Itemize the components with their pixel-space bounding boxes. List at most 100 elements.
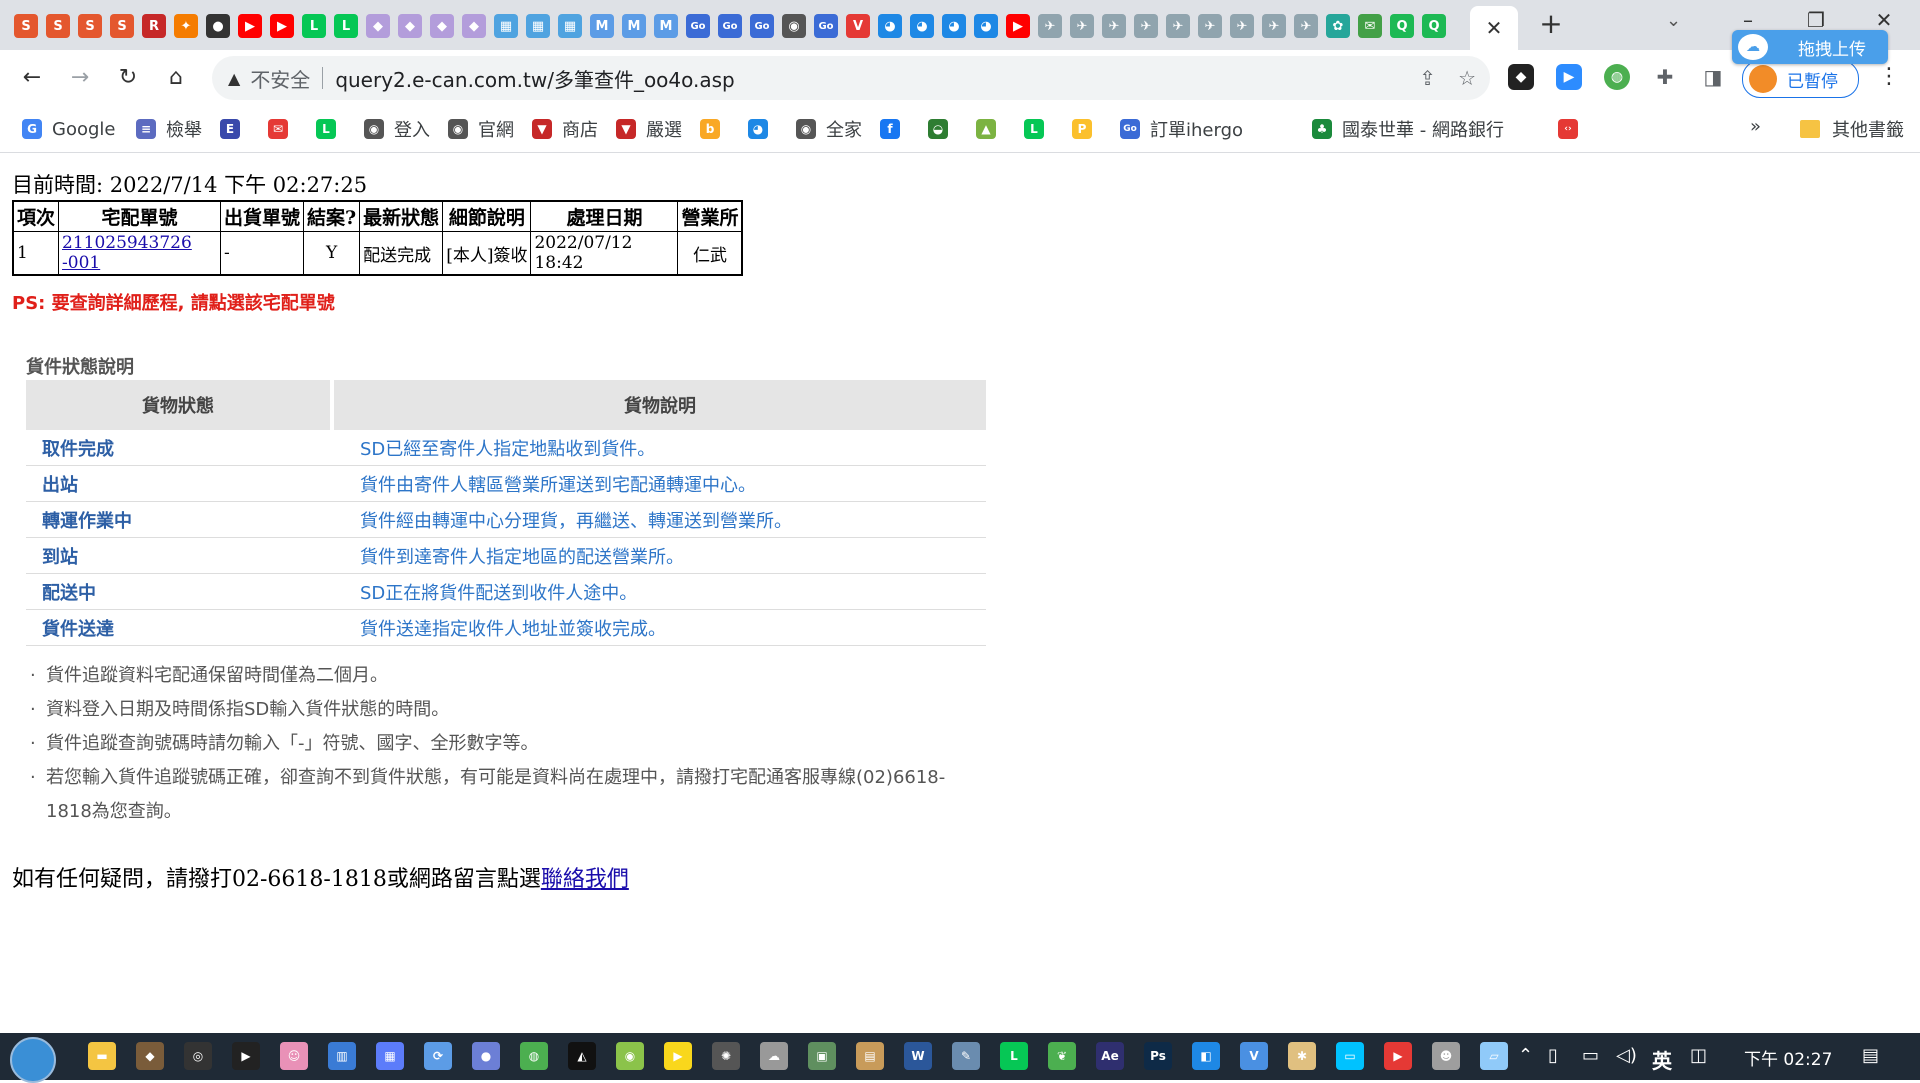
bird-icon[interactable]: ◕ (910, 14, 934, 38)
m-icon[interactable]: M (654, 14, 678, 38)
puzzle-icon[interactable]: ✚ (1652, 64, 1678, 90)
close-window-button[interactable]: ✕ (1864, 8, 1904, 32)
penguin-icon[interactable]: ◭ (568, 1042, 596, 1070)
bookmarks-overflow-button[interactable]: » (1750, 116, 1761, 137)
word-icon[interactable]: W (904, 1042, 932, 1070)
bookmark-line-shield[interactable]: L (1024, 116, 1054, 142)
extension-mask-icon[interactable]: ◆ (1508, 64, 1534, 90)
media-icon[interactable]: ▶ (232, 1042, 260, 1070)
bird-icon[interactable]: ◕ (878, 14, 902, 38)
youtube-icon[interactable]: ▶ (238, 14, 262, 38)
user-icon[interactable]: ☻ (1432, 1042, 1460, 1070)
address-bar[interactable]: ▲ 不安全 query2.e-can.com.tw/多筆查件_oo4o.asp … (212, 56, 1490, 100)
calendar-icon[interactable]: ▦ (526, 14, 550, 38)
other-bookmarks[interactable]: 其他書籤 (1800, 116, 1904, 142)
side-panel-icon[interactable]: ◨ (1700, 64, 1726, 90)
orange-icon[interactable]: ✦ (174, 14, 198, 38)
v-icon[interactable]: V (846, 14, 870, 38)
chrome-icon[interactable]: ◍ (520, 1042, 548, 1070)
v-shield-icon[interactable]: V (1240, 1042, 1268, 1070)
new-tab-button[interactable]: + (1535, 8, 1567, 40)
after-effects-icon[interactable]: Ae (1096, 1042, 1124, 1070)
bookmark-chart[interactable]: ▲ (976, 116, 1006, 142)
refresh-icon[interactable]: ⟳ (424, 1042, 452, 1070)
reload-button[interactable]: ↻ (112, 64, 144, 92)
zoom-icon[interactable]: ▶ (1556, 64, 1582, 90)
obs-icon[interactable]: ◎ (184, 1042, 212, 1070)
bookmark-code[interactable]: ‹› (1558, 116, 1588, 142)
bookmark-familymart[interactable]: ◉ 全家 (796, 116, 862, 142)
line-icon[interactable]: L (1000, 1042, 1028, 1070)
warning-icon[interactable]: ▲ (228, 69, 240, 88)
volume-icon[interactable]: ◁) (1616, 1045, 1637, 1066)
security-label[interactable]: 不安全 (250, 64, 310, 93)
bookmark-mail[interactable]: ✉ (268, 116, 298, 142)
globe-icon[interactable]: ◉ (782, 14, 806, 38)
bookmark-shop[interactable]: ▼ 商店 (532, 116, 598, 142)
s-icon[interactable]: S (14, 14, 38, 38)
file-explorer-icon[interactable]: ▬ (88, 1042, 116, 1070)
openai-icon[interactable]: ✺ (712, 1042, 740, 1070)
plane-icon[interactable]: ✈ (1134, 14, 1158, 38)
bookmark-checklist[interactable]: ≡ 檢舉 (136, 116, 202, 142)
minimize-button[interactable]: – (1728, 8, 1768, 32)
bookmark-login[interactable]: ◉ 登入 (364, 116, 430, 142)
share-icon[interactable]: ⇪ (1419, 66, 1436, 90)
line-icon[interactable]: L (302, 14, 326, 38)
bookmark-bird[interactable]: ◕ (748, 116, 778, 142)
bookmark-facebook[interactable]: f (880, 116, 910, 142)
bird-icon[interactable]: ◕ (974, 14, 998, 38)
bookmark-green[interactable]: ◒ (928, 116, 958, 142)
star-icon[interactable]: ☆ (1458, 66, 1476, 90)
yellow-play-icon[interactable]: ▶ (664, 1042, 692, 1070)
profile-button[interactable]: 已暫停 (1742, 60, 1859, 98)
line-icon[interactable]: L (334, 14, 358, 38)
active-tab[interactable]: ✕ (1470, 6, 1518, 50)
plane-icon[interactable]: ✈ (1198, 14, 1222, 38)
bookmark-e[interactable]: E (220, 116, 250, 142)
s-icon[interactable]: S (110, 14, 134, 38)
go-icon[interactable]: Go (750, 14, 774, 38)
grid-icon[interactable]: ▦ (376, 1042, 404, 1070)
ime-mode-icon[interactable]: ◫ (1690, 1045, 1707, 1066)
bookmark-cathay[interactable]: ♣ 國泰世華 - 網路銀行 (1312, 116, 1504, 142)
plane-icon[interactable]: ✈ (1294, 14, 1318, 38)
go-icon[interactable]: Go (686, 14, 710, 38)
plane-icon[interactable]: ✈ (1166, 14, 1190, 38)
calendar-icon[interactable]: ▦ (494, 14, 518, 38)
notification-icon[interactable]: ▤ (1862, 1045, 1879, 1066)
home-button[interactable]: ⌂ (160, 64, 192, 92)
app-icon[interactable]: ◆ (136, 1042, 164, 1070)
dark-circle-icon[interactable]: ● (206, 14, 230, 38)
calendar-icon[interactable]: ▦ (558, 14, 582, 38)
plane-icon[interactable]: ✈ (1262, 14, 1286, 38)
bookmark-b[interactable]: b (700, 116, 730, 142)
chevron-up-icon[interactable]: ⌃ (1518, 1045, 1533, 1066)
back-button[interactable]: ← (16, 64, 48, 92)
youtube-icon[interactable]: ▶ (1006, 14, 1030, 38)
youtube-icon[interactable]: ▶ (270, 14, 294, 38)
plane-icon[interactable]: ✈ (1038, 14, 1062, 38)
r-icon[interactable]: R (142, 14, 166, 38)
m-icon[interactable]: M (590, 14, 614, 38)
start-button[interactable] (10, 1037, 56, 1083)
close-tab-icon[interactable]: ✕ (1486, 16, 1503, 40)
bookmark-line[interactable]: L (316, 116, 346, 142)
chevron-down-icon[interactable]: ⌄ (1666, 10, 1681, 31)
menu-icon[interactable]: ⋮ (1878, 64, 1900, 89)
purple-icon[interactable]: ◆ (398, 14, 422, 38)
s-icon[interactable]: S (46, 14, 70, 38)
plane-icon[interactable]: ✈ (1070, 14, 1094, 38)
tracking-link[interactable]: 211025943726 -001 (62, 233, 192, 273)
purple-icon[interactable]: ◆ (430, 14, 454, 38)
go-icon[interactable]: Go (718, 14, 742, 38)
brush-icon[interactable]: ✎ (952, 1042, 980, 1070)
leaf-icon[interactable]: ❦ (1048, 1042, 1076, 1070)
monitor-icon[interactable]: ▭ (1336, 1042, 1364, 1070)
purple-icon[interactable]: ◆ (462, 14, 486, 38)
ime-indicator[interactable]: 英 (1652, 1045, 1672, 1074)
anime-icon[interactable]: ☺ (280, 1042, 308, 1070)
pinwheel-icon[interactable]: ✱ (1288, 1042, 1316, 1070)
contact-us-link[interactable]: 聯絡我們 (541, 867, 629, 892)
pinwheel-icon[interactable]: ✿ (1326, 14, 1350, 38)
